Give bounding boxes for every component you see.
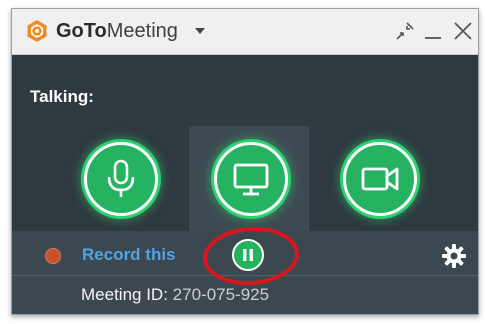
title-bar: GoToMeeting [12, 9, 478, 55]
talking-label: Talking: [30, 87, 94, 106]
screen-icon [233, 163, 269, 196]
app-title-light: Meeting [106, 20, 178, 42]
microphone-button[interactable] [84, 142, 158, 216]
meeting-id-value[interactable]: 270-075-925 [173, 285, 269, 304]
gear-icon[interactable] [441, 243, 467, 269]
minimize-icon[interactable] [421, 19, 445, 43]
meeting-id-label: Meeting ID: [81, 285, 168, 304]
close-icon[interactable] [451, 19, 475, 43]
gotomeeting-window: GoToMeeting Talking: Record this Meeting… [11, 8, 479, 315]
record-indicator-icon [45, 248, 61, 264]
screen-share-button[interactable] [214, 142, 288, 216]
collapse-icon[interactable] [393, 19, 417, 43]
gotomeeting-logo-icon [27, 20, 47, 42]
camera-button[interactable] [343, 142, 417, 216]
record-this-link[interactable]: Record this [82, 245, 176, 265]
chevron-down-icon[interactable] [195, 28, 205, 34]
meeting-id: Meeting ID: 270-075-925 [81, 285, 269, 305]
app-title[interactable]: GoToMeeting [56, 20, 178, 42]
camera-icon [361, 167, 399, 191]
microphone-icon [107, 159, 135, 197]
app-title-bold: GoTo [56, 20, 107, 42]
